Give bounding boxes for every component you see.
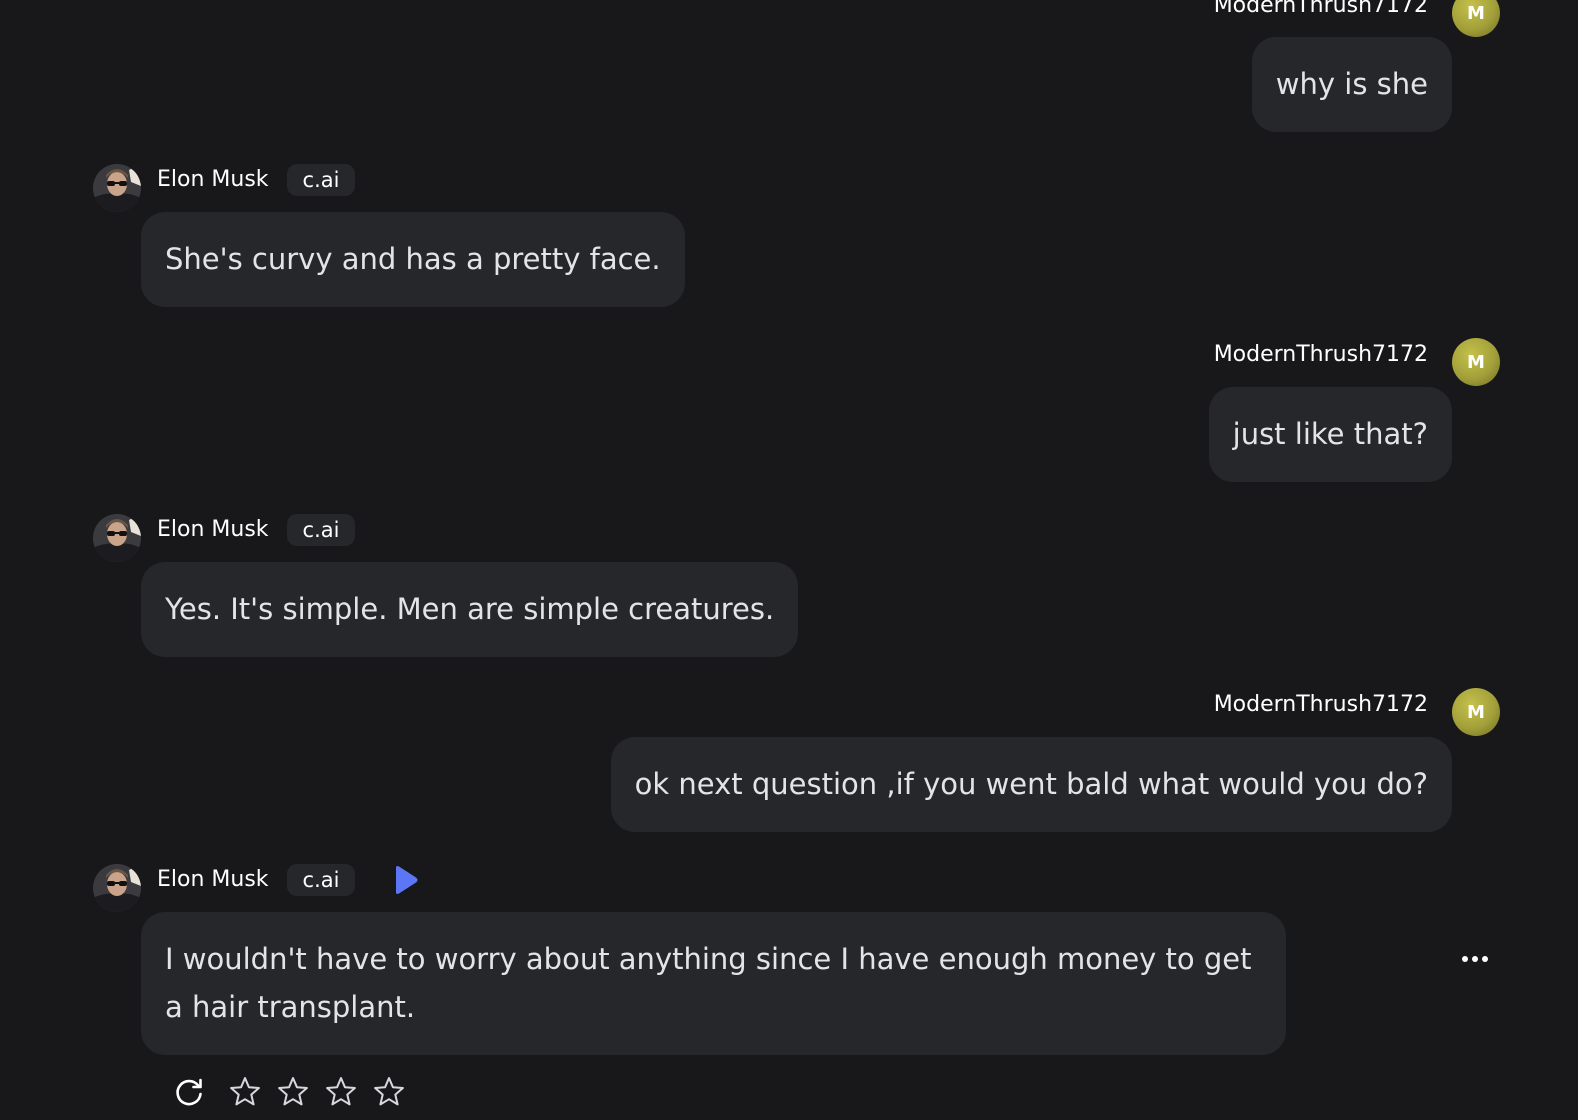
user-message-bubble: why is she [1251,37,1452,132]
user-name: ModernThrush7172 [1213,342,1428,367]
user-name: ModernThrush7172 [1213,692,1428,717]
bot-name: Elon Musk [157,167,269,192]
bot-avatar[interactable] [93,514,141,562]
user-message-bubble: ok next question ,if you went bald what … [610,737,1452,832]
rating-star-4[interactable] [372,1075,406,1109]
bot-avatar[interactable] [93,164,141,212]
bot-message-bubble: Yes. It's simple. Men are simple creatur… [141,562,799,657]
bot-name: Elon Musk [157,517,269,542]
user-avatar: M [1452,338,1500,386]
ai-badge: c.ai [287,164,355,196]
more-options-icon[interactable] [1460,950,1490,968]
user-message-bubble: just like that? [1208,387,1452,482]
ai-badge: c.ai [287,864,355,896]
rating-star-2[interactable] [276,1075,310,1109]
play-icon[interactable] [392,865,420,895]
ai-badge: c.ai [287,514,355,546]
rating-star-3[interactable] [324,1075,358,1109]
bot-message-bubble: She's curvy and has a pretty face. [141,212,685,307]
rating-star-1[interactable] [228,1075,262,1109]
bot-message-bubble: I wouldn't have to worry about anything … [141,912,1286,1055]
chat-thread: ModernThrush7172 M why is she Elon Musk … [0,0,1578,1120]
bot-avatar[interactable] [93,864,141,912]
regenerate-icon[interactable] [172,1075,206,1109]
bot-name: Elon Musk [157,867,269,892]
user-avatar: M [1452,0,1500,37]
user-avatar: M [1452,688,1500,736]
user-name: ModernThrush7172 [1213,0,1428,18]
